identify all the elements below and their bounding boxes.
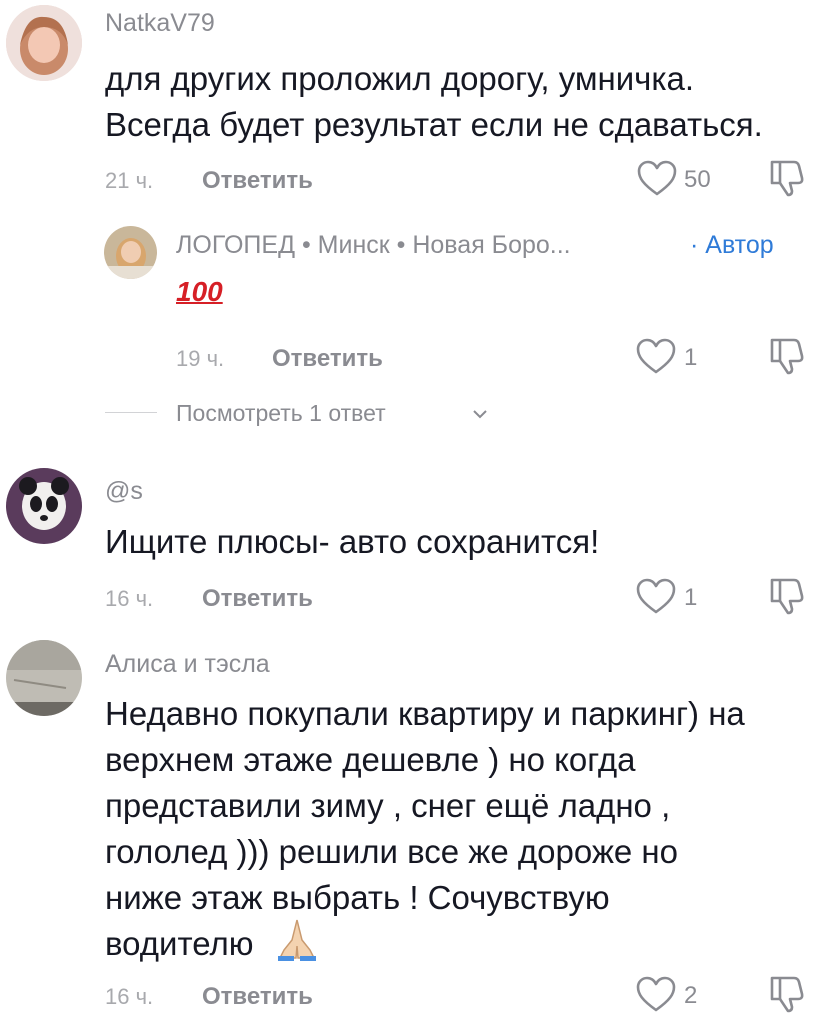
comment-timestamp: 16 ч. — [105, 586, 154, 611]
thumbs-down-icon — [768, 158, 804, 198]
heart-outline-icon — [637, 160, 677, 198]
dislike-button[interactable] — [768, 158, 804, 198]
heart-outline-icon — [636, 578, 676, 616]
dislike-button[interactable] — [768, 336, 804, 376]
like-button[interactable] — [636, 578, 676, 616]
like-button[interactable] — [637, 160, 677, 198]
dislike-button[interactable] — [768, 576, 804, 616]
avatar[interactable] — [6, 640, 82, 716]
folded-hands-emoji — [274, 916, 320, 962]
comment-text-line: для других проложил дорогу, умничка. — [105, 60, 695, 97]
comment-text-line: Всегда будет результат если не сдаваться… — [105, 106, 763, 143]
reply-button[interactable]: Ответить — [272, 345, 383, 373]
comment-text-line: водителю — [105, 925, 254, 962]
divider — [105, 412, 157, 413]
hundred-points-emoji: 100 — [176, 276, 223, 307]
chevron-down-icon — [472, 408, 488, 420]
comment-username[interactable]: @s — [105, 477, 143, 506]
reply-button[interactable]: Ответить — [202, 983, 313, 1011]
avatar[interactable] — [104, 226, 157, 279]
comment-timestamp: 21 ч. — [105, 168, 154, 193]
view-more-label[interactable]: Посмотреть 1 ответ — [176, 400, 386, 427]
comment-text-line: верхнем этаже дешевле ) но когда — [105, 741, 636, 778]
thumbs-down-icon — [768, 576, 804, 616]
comment-text-line: ниже этаж выбрать ! Сочувствую — [105, 879, 610, 916]
thumbs-down-icon — [768, 974, 804, 1014]
author-badge: · Автор — [690, 231, 774, 259]
avatar[interactable] — [6, 5, 82, 81]
reply-username[interactable]: ЛОГОПЕД • Минск • Новая Боро... — [176, 231, 571, 260]
heart-outline-icon — [636, 338, 676, 376]
comment-text-line: гололед ))) решили все же дороже но — [105, 833, 679, 870]
like-count: 1 — [684, 344, 698, 371]
like-button[interactable] — [636, 338, 676, 376]
reply-button[interactable]: Ответить — [202, 167, 313, 195]
like-count: 1 — [684, 584, 698, 611]
comment-text-line: Недавно покупали квартиру и паркинг) на — [105, 695, 745, 732]
dislike-button[interactable] — [768, 974, 804, 1014]
like-count: 50 — [684, 166, 711, 193]
heart-outline-icon — [636, 976, 676, 1014]
comment-username[interactable]: NatkaV79 — [105, 9, 215, 38]
comment-text-line: Ищите плюсы- авто сохранится! — [105, 523, 600, 560]
reply-timestamp: 19 ч. — [176, 346, 225, 371]
avatar[interactable] — [6, 468, 82, 544]
comment-text-line: представили зиму , снег ещё ладно , — [105, 787, 671, 824]
like-count: 2 — [684, 982, 698, 1009]
thumbs-down-icon — [768, 336, 804, 376]
comment-username[interactable]: Алиса и тэсла — [105, 650, 270, 679]
like-button[interactable] — [636, 976, 676, 1014]
comment-timestamp: 16 ч. — [105, 984, 154, 1009]
reply-button[interactable]: Ответить — [202, 585, 313, 613]
